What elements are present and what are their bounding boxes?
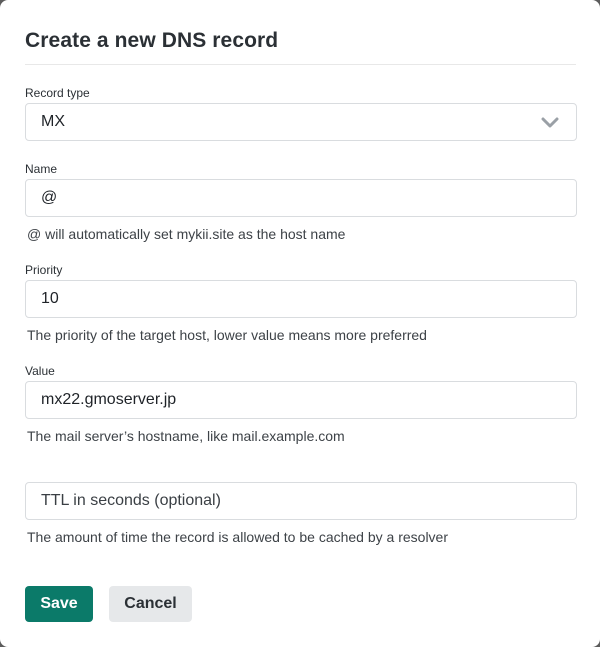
name-help-text: @ will automatically set mykii.site as t… [27, 226, 346, 242]
priority-help-text: The priority of the target host, lower v… [27, 327, 427, 343]
name-label: Name [25, 162, 58, 176]
value-input[interactable] [25, 381, 577, 419]
dialog-title: Create a new DNS record [25, 29, 279, 52]
chevron-down-icon [539, 115, 561, 129]
cancel-button[interactable]: Cancel [109, 586, 192, 622]
title-divider [25, 64, 576, 65]
priority-label: Priority [25, 263, 63, 277]
ttl-help-text: The amount of time the record is allowed… [27, 529, 448, 545]
record-type-value: MX [41, 113, 65, 130]
record-type-label: Record type [25, 86, 90, 100]
value-help-text: The mail server’s hostname, like mail.ex… [27, 428, 345, 444]
record-type-select[interactable]: MX [25, 103, 577, 141]
create-dns-record-dialog: Create a new DNS record Record type MX N… [0, 0, 600, 647]
save-button[interactable]: Save [25, 586, 93, 622]
name-input[interactable] [25, 179, 577, 217]
value-label: Value [25, 364, 55, 378]
priority-input[interactable] [25, 280, 577, 318]
ttl-input[interactable] [25, 482, 577, 520]
